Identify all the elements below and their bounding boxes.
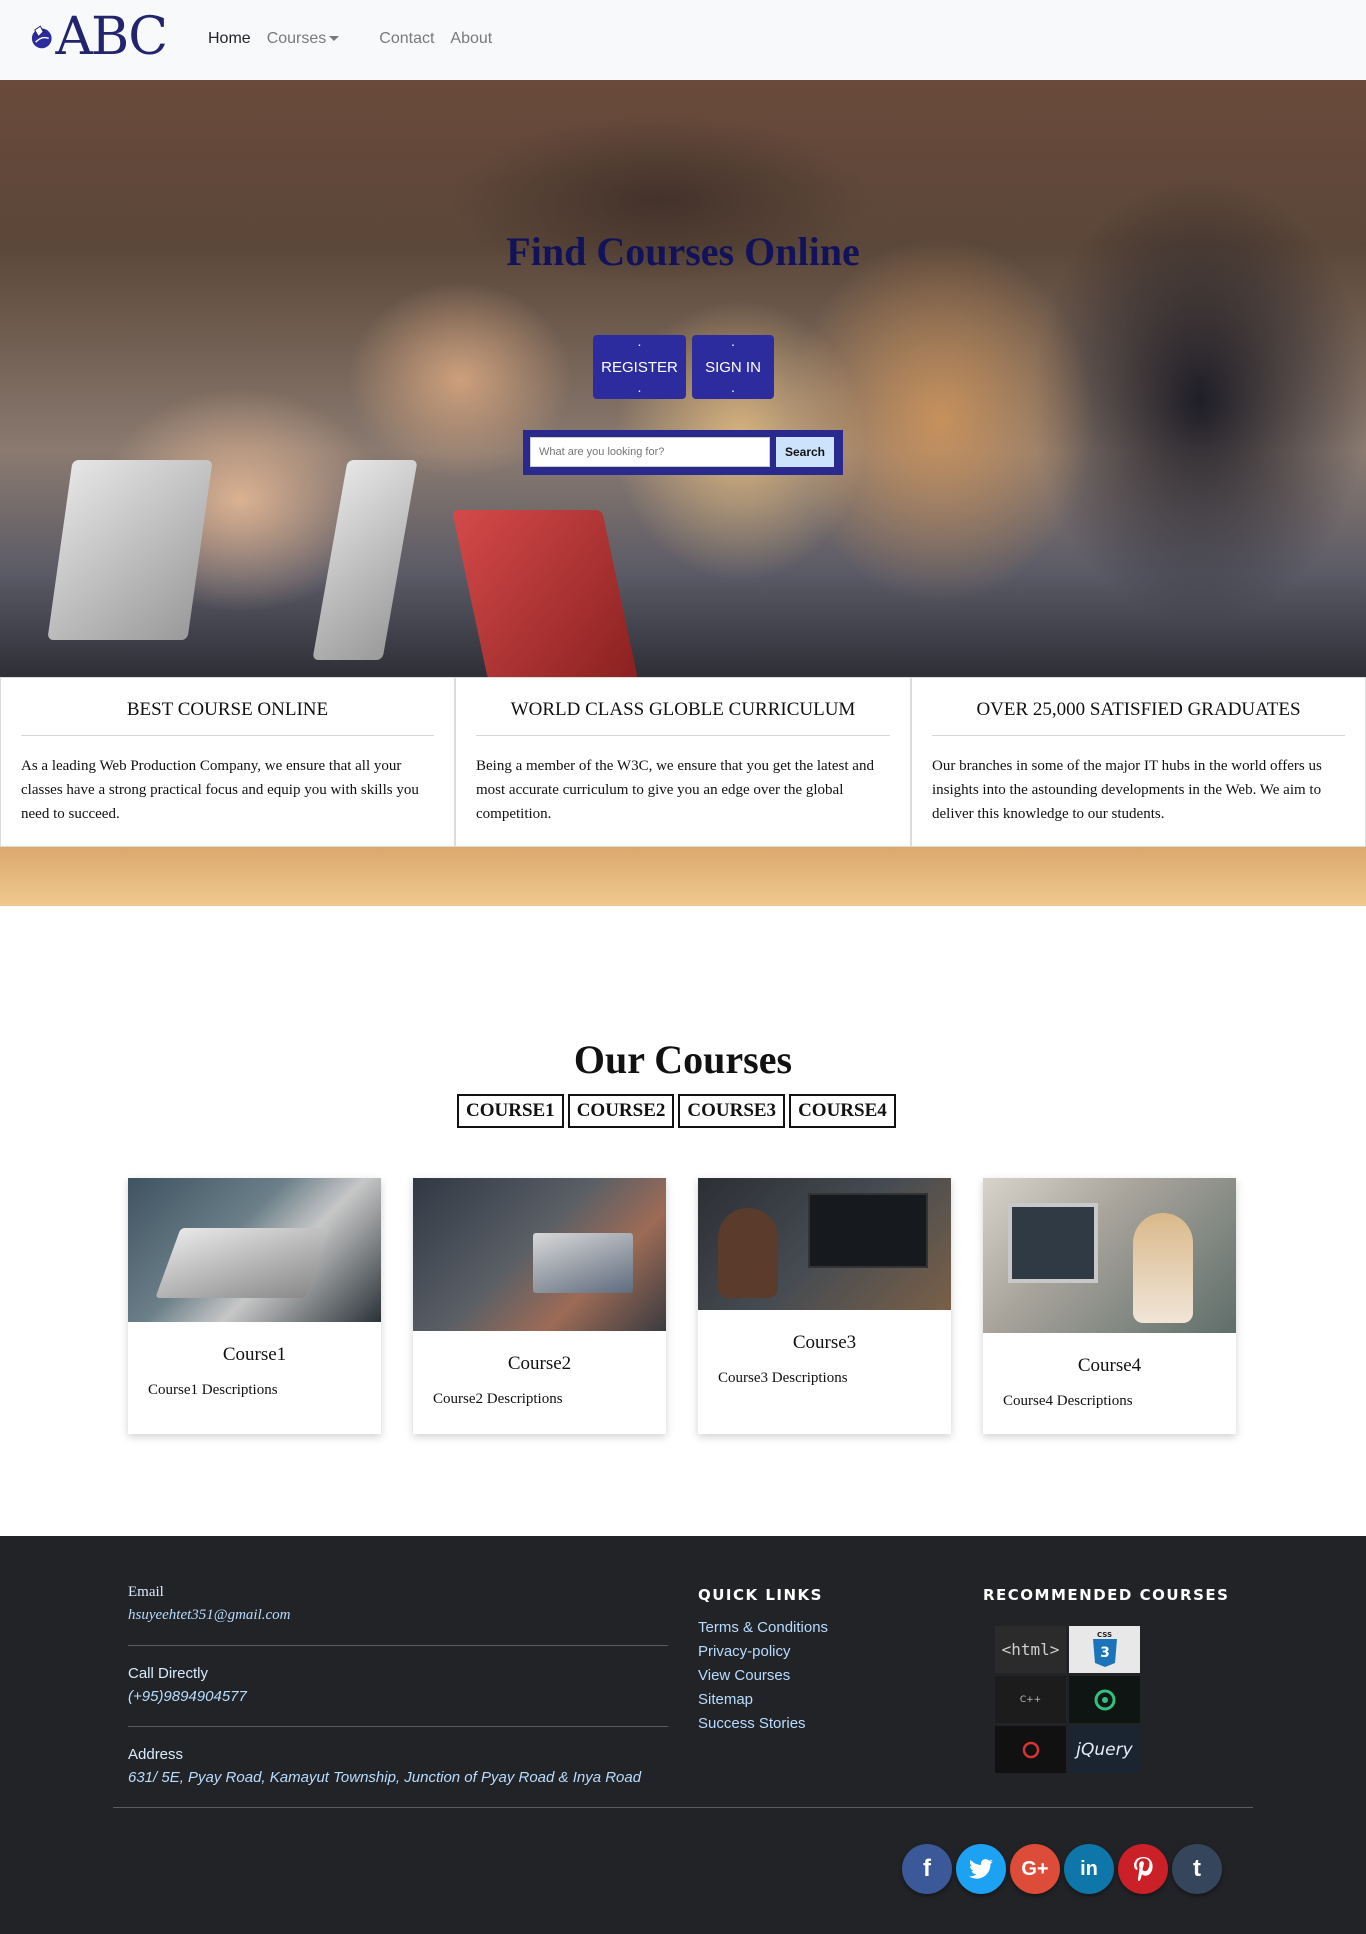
course-card[interactable]: Course3 Course3 Descriptions (698, 1178, 951, 1434)
course-title: Course2 (507, 1353, 572, 1374)
nav-links: Home Courses Contact About (208, 30, 508, 48)
css3-shield-icon: 3 (1092, 1639, 1117, 1667)
address-value: 631/ 5E, Pyay Road, Kamayut Township, Ju… (128, 1769, 642, 1786)
html-label: <html> (1001, 1640, 1060, 1659)
jquery-icon[interactable]: jQuery (1069, 1726, 1140, 1773)
hero-button-group: REGISTER SIGN IN (593, 335, 780, 399)
recommended-grid: <html> CSS 3 C++ jQuery (995, 1626, 1215, 1776)
nav-about[interactable]: About (450, 30, 492, 48)
course-description: Course3 Descriptions (718, 1370, 848, 1386)
contact-phone: Call Directly (+95)9894904577 (128, 1665, 668, 1705)
laptop-image (451, 510, 639, 680)
svg-text:3: 3 (1100, 1645, 1110, 1661)
course2-image (413, 1178, 666, 1331)
signin-button[interactable]: SIGN IN (692, 335, 774, 399)
course4-image (983, 1178, 1236, 1333)
feature-card: BEST COURSE ONLINE As a leading Web Prod… (0, 677, 455, 847)
quick-links: Terms & Conditions Privacy-policy View C… (698, 1616, 828, 1736)
brand-logo[interactable]: ABC (30, 7, 168, 67)
feature-title: WORLD CLASS GLOBLE CURRICULUM (476, 699, 890, 736)
feature-title: OVER 25,000 SATISFIED GRADUATES (932, 699, 1345, 736)
nav-courses-dropdown[interactable]: Courses (267, 30, 340, 48)
footer-divider (113, 1807, 1253, 1808)
course-cards: Course1 Course1 Descriptions Course2 Cou… (128, 1178, 1236, 1434)
pinterest-p-icon (1134, 1857, 1153, 1881)
course3-image (698, 1178, 951, 1310)
feature-card: OVER 25,000 SATISFIED GRADUATES Our bran… (911, 677, 1366, 847)
pinterest-icon[interactable] (1118, 1844, 1168, 1894)
course-card[interactable]: Course4 Course4 Descriptions (983, 1178, 1236, 1434)
google-plus-icon[interactable]: G+ (1010, 1844, 1060, 1894)
link-success-stories[interactable]: Success Stories (698, 1712, 828, 1736)
search-input[interactable] (530, 437, 770, 467)
jquery-label: jQuery (1076, 1739, 1133, 1760)
contact-address: Address 631/ 5E, Pyay Road, Kamayut Town… (128, 1746, 668, 1786)
tab-course2[interactable]: COURSE2 (567, 1094, 675, 1128)
navbar: ABC Home Courses Contact About (0, 0, 1366, 80)
feature-text: As a leading Web Production Company, we … (21, 758, 419, 822)
email-value[interactable]: hsuyeehtet351@gmail.com (128, 1607, 668, 1624)
course-card[interactable]: Course1 Course1 Descriptions (128, 1178, 381, 1434)
divider (128, 1645, 668, 1646)
course1-image (128, 1178, 381, 1322)
course-description: Course4 Descriptions (1003, 1393, 1133, 1409)
tab-course1[interactable]: COURSE1 (457, 1094, 564, 1128)
course-title: Course3 (792, 1332, 857, 1353)
nav-home[interactable]: Home (208, 30, 251, 48)
logo-mark-icon (31, 25, 52, 49)
cpp-label: C++ (1019, 1694, 1042, 1705)
search-bar: Search (523, 430, 843, 475)
tumblr-icon[interactable]: t (1172, 1844, 1222, 1894)
register-button[interactable]: REGISTER (593, 335, 686, 399)
caret-down-icon (329, 36, 340, 42)
hero-title: Find Courses Online (506, 229, 860, 274)
green-logo-icon[interactable] (1069, 1676, 1140, 1723)
social-links: f G+ in t (902, 1844, 1222, 1894)
features-row: BEST COURSE ONLINE As a leading Web Prod… (0, 677, 1366, 847)
divider (128, 1726, 668, 1727)
feature-title: BEST COURSE ONLINE (21, 699, 434, 736)
course-description: Course2 Descriptions (433, 1391, 563, 1407)
phone-label: Call Directly (128, 1665, 209, 1682)
tab-course4[interactable]: COURSE4 (789, 1094, 896, 1128)
red-logo-icon[interactable] (995, 1726, 1066, 1773)
feature-text: Being a member of the W3C, we ensure tha… (476, 758, 874, 822)
course-tabs: COURSE1 COURSE2 COURSE3 COURSE4 (457, 1094, 900, 1128)
tab-course3[interactable]: COURSE3 (678, 1094, 786, 1128)
green-circle-icon (1094, 1689, 1115, 1710)
linkedin-icon[interactable]: in (1064, 1844, 1114, 1894)
course-description: Course1 Descriptions (148, 1382, 278, 1398)
course-card[interactable]: Course2 Course2 Descriptions (413, 1178, 666, 1434)
address-label: Address (128, 1746, 184, 1763)
laptop-image (312, 460, 418, 660)
red-circle-icon (1022, 1741, 1039, 1758)
recommended-heading: RECOMMENDED COURSES (983, 1586, 1230, 1604)
course-title: Course1 (222, 1344, 287, 1365)
courses-heading: Our Courses (573, 1037, 793, 1082)
contact-email: Email hsuyeehtet351@gmail.com (128, 1584, 668, 1624)
link-privacy[interactable]: Privacy-policy (698, 1640, 828, 1664)
logo-text: ABC (55, 7, 168, 67)
feature-card: WORLD CLASS GLOBLE CURRICULUM Being a me… (455, 677, 911, 847)
twitter-bird-icon (969, 1859, 993, 1879)
nav-contact[interactable]: Contact (379, 30, 434, 48)
html-icon[interactable]: <html> (995, 1626, 1066, 1673)
link-sitemap[interactable]: Sitemap (698, 1688, 828, 1712)
link-view-courses[interactable]: View Courses (698, 1664, 828, 1688)
phone-value[interactable]: (+95)9894904577 (128, 1688, 668, 1705)
facebook-icon[interactable]: f (902, 1844, 952, 1894)
css3-icon[interactable]: CSS 3 (1069, 1626, 1140, 1673)
twitter-icon[interactable] (956, 1844, 1006, 1894)
cpp-icon[interactable]: C++ (995, 1676, 1066, 1723)
quick-links-heading: QUICK LINKS (698, 1586, 823, 1604)
search-button[interactable]: Search (776, 437, 834, 467)
link-terms[interactable]: Terms & Conditions (698, 1616, 828, 1640)
nav-courses-label: Courses (266, 30, 327, 47)
laptop-image (47, 460, 213, 640)
css-label: CSS (1096, 1631, 1113, 1639)
feature-text: Our branches in some of the major IT hub… (932, 758, 1322, 822)
email-label: Email (128, 1584, 164, 1600)
course-title: Course4 (1077, 1355, 1142, 1376)
